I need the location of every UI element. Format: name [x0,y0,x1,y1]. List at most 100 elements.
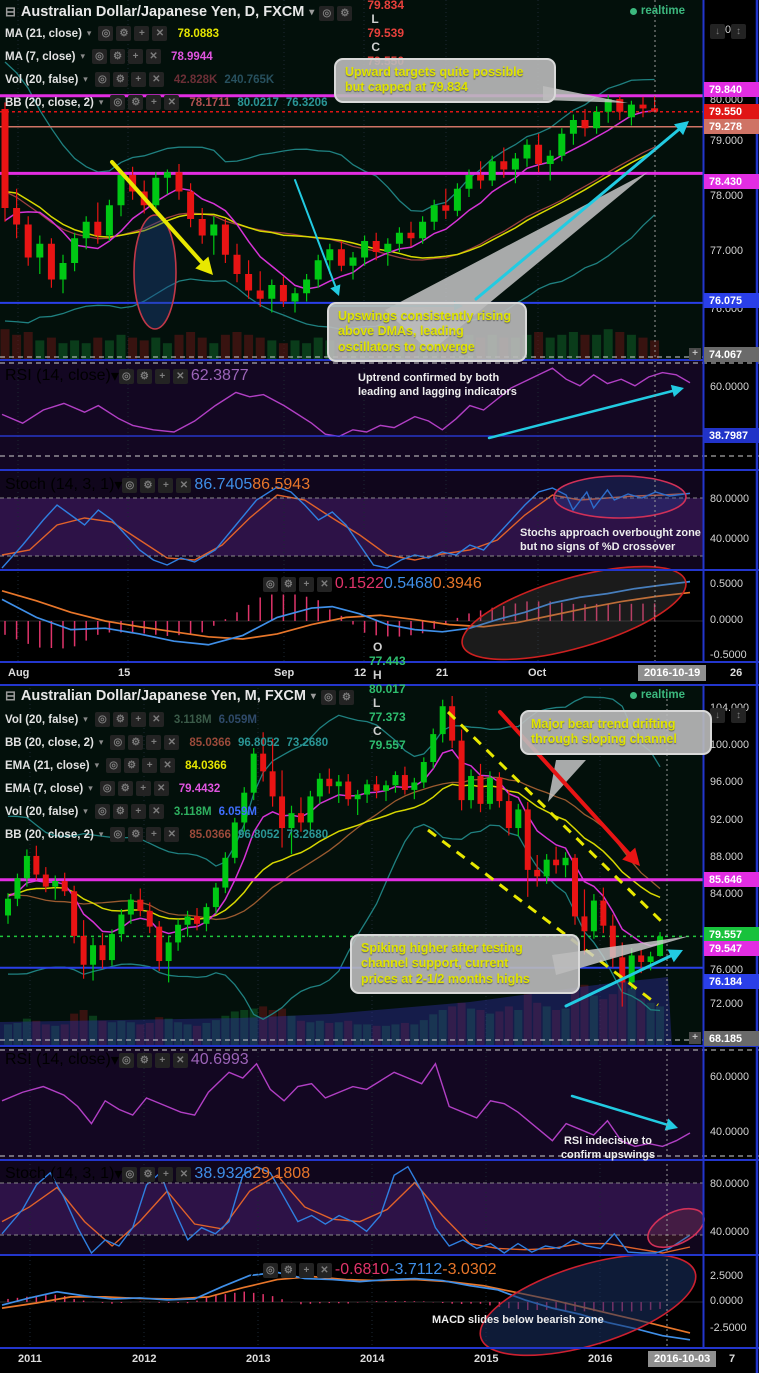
add-icon[interactable]: + [158,1166,174,1182]
add-icon[interactable]: + [134,26,150,41]
add-icon[interactable]: + [158,477,174,493]
chevron-down-icon[interactable]: ▾ [83,714,88,725]
add-icon[interactable]: + [142,758,158,773]
chevron-down-icon[interactable]: ▾ [111,1050,119,1070]
visibility-icon[interactable]: ◎ [106,758,122,773]
visibility-icon[interactable]: ◎ [118,1052,134,1068]
add-icon[interactable]: + [146,827,162,842]
symbol-title[interactable]: Australian Dollar/Japanese Yen, M, FXCM [21,688,306,704]
visibility-icon[interactable]: ◎ [110,827,126,842]
chevron-down-icon[interactable]: ▾ [81,51,86,62]
settings-icon[interactable]: ⚙ [117,781,133,796]
scroll-down-icon[interactable]: ↓ [710,708,725,723]
add-icon[interactable]: + [128,49,144,64]
visibility-icon[interactable]: ◎ [110,95,126,110]
visibility-icon[interactable]: ◎ [262,576,278,592]
add-icon[interactable]: + [298,1262,314,1278]
chevron-down-icon[interactable]: ▾ [99,829,104,840]
add-icon[interactable]: + [135,781,151,796]
close-icon[interactable]: ✕ [176,477,192,493]
indicator-label[interactable]: MA (21, close) [5,28,82,40]
annotation-note[interactable]: RSI indecisive to confirm upswings [528,1134,688,1163]
indicator-label[interactable]: MACD (12, 26, close, 9, false, true) [5,575,255,593]
auto-scale-icon[interactable]: ↕ [731,24,746,39]
settings-icon[interactable]: ⚙ [112,72,128,87]
visibility-icon[interactable]: ◎ [94,712,110,727]
chevron-down-icon[interactable]: ▾ [114,1164,122,1184]
close-icon[interactable]: ✕ [148,712,164,727]
chevron-down-icon[interactable]: ▾ [99,97,104,108]
monthly-price-axis[interactable]: 104.000 100.000 96.000 92.000 88.000 84.000 76… [689,684,759,1373]
auto-scale-icon[interactable]: ↕ [731,708,746,723]
close-icon[interactable]: ✕ [148,804,164,819]
visibility-icon[interactable]: ◎ [94,804,110,819]
indicator-label[interactable]: MA (7, close) [5,51,76,63]
indicator-label[interactable]: RSI (14, close) [5,367,111,385]
add-icon[interactable]: + [146,95,162,110]
annotation-bubble[interactable]: Spiking higher after testing channel sup… [350,934,580,994]
scroll-down-icon[interactable]: ↓ [710,24,725,39]
collapse-icon[interactable]: ⊟ [5,688,16,704]
settings-icon[interactable]: ⚙ [338,689,354,705]
add-icon[interactable]: + [689,348,701,360]
settings-icon[interactable]: ⚙ [110,49,126,64]
indicator-label[interactable]: Vol (20, false) [5,714,78,726]
settings-icon[interactable]: ⚙ [128,735,144,750]
chevron-down-icon[interactable]: ▾ [88,783,93,794]
add-icon[interactable]: + [689,1032,701,1044]
visibility-icon[interactable]: ◎ [92,49,108,64]
indicator-label[interactable]: Stoch (14, 3, 1) [5,476,114,494]
settings-icon[interactable]: ⚙ [136,1052,152,1068]
settings-icon[interactable]: ⚙ [116,26,132,41]
settings-icon[interactable]: ⚙ [337,5,353,21]
chevron-down-icon[interactable]: ▾ [311,691,316,702]
chevron-down-icon[interactable]: ▾ [83,74,88,85]
settings-icon[interactable]: ⚙ [128,827,144,842]
close-icon[interactable]: ✕ [172,368,188,384]
chevron-down-icon[interactable]: ▾ [99,737,104,748]
add-icon[interactable]: + [146,735,162,750]
visibility-icon[interactable]: ◎ [99,781,115,796]
visibility-icon[interactable]: ◎ [262,1262,278,1278]
close-icon[interactable]: ✕ [316,1262,332,1278]
settings-icon[interactable]: ⚙ [280,576,296,592]
close-icon[interactable]: ✕ [164,735,180,750]
close-icon[interactable]: ✕ [172,1052,188,1068]
add-icon[interactable]: + [154,368,170,384]
chevron-down-icon[interactable]: ▾ [255,1260,263,1280]
indicator-label[interactable]: BB (20, close, 2) [5,829,94,841]
chevron-down-icon[interactable]: ▾ [255,574,263,594]
visibility-icon[interactable]: ◎ [122,477,138,493]
chevron-down-icon[interactable]: ▾ [83,806,88,817]
visibility-icon[interactable]: ◎ [122,1166,138,1182]
visibility-icon[interactable]: ◎ [110,735,126,750]
settings-icon[interactable]: ⚙ [140,477,156,493]
indicator-label[interactable]: Vol (20, false) [5,74,78,86]
visibility-icon[interactable]: ◎ [320,689,336,705]
chevron-down-icon[interactable]: ▾ [114,475,122,495]
indicator-label[interactable]: MACD (12, 26, close, 9, false, true) [5,1261,255,1279]
add-icon[interactable]: + [154,1052,170,1068]
close-icon[interactable]: ✕ [176,1166,192,1182]
annotation-note[interactable]: Stochs approach overbought zone but no s… [520,526,720,555]
close-icon[interactable]: ✕ [153,781,169,796]
chevron-down-icon[interactable]: ▾ [309,7,314,18]
monthly-time-axis[interactable]: 2011 2012 2013 2014 2015 2016 2016-10-03 7 [0,1349,759,1370]
close-icon[interactable]: ✕ [146,49,162,64]
add-icon[interactable]: + [130,804,146,819]
close-icon[interactable]: ✕ [164,95,180,110]
settings-icon[interactable]: ⚙ [140,1166,156,1182]
close-icon[interactable]: ✕ [152,26,168,41]
indicator-label[interactable]: Vol (20, false) [5,806,78,818]
add-icon[interactable]: + [130,72,146,87]
settings-icon[interactable]: ⚙ [124,758,140,773]
close-icon[interactable]: ✕ [316,576,332,592]
annotation-bubble[interactable]: Upward targets quite possible but capped… [334,58,556,103]
indicator-label[interactable]: Stoch (14, 3, 1) [5,1165,114,1183]
annotation-note[interactable]: Uptrend confirmed by both leading and la… [358,371,583,400]
settings-icon[interactable]: ⚙ [128,95,144,110]
visibility-icon[interactable]: ◎ [98,26,114,41]
add-icon[interactable]: + [298,576,314,592]
indicator-label[interactable]: BB (20, close, 2) [5,737,94,749]
add-icon[interactable]: + [130,712,146,727]
